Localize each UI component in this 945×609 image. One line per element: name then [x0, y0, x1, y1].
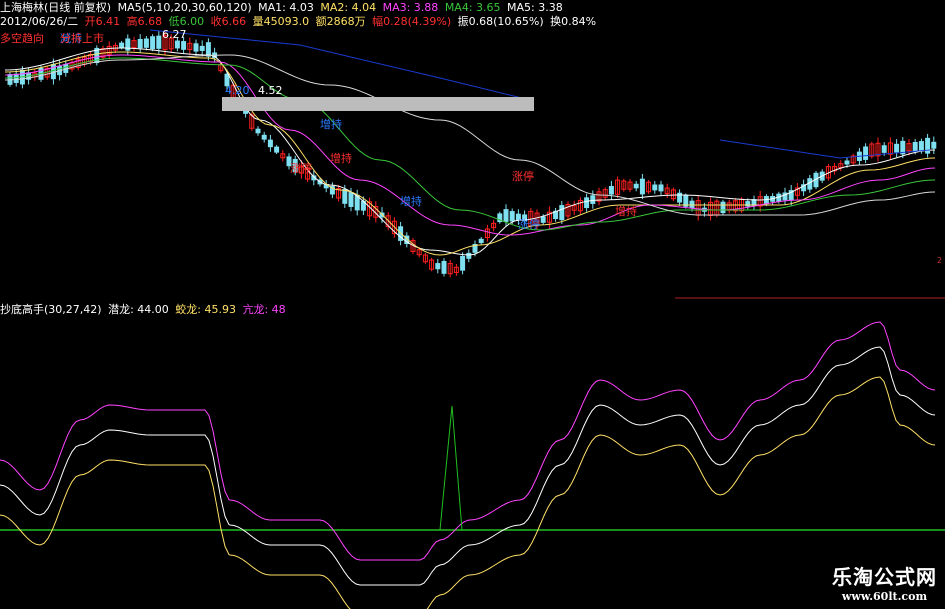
candle-body: [639, 178, 645, 195]
candle-body: [652, 184, 658, 191]
candle-body: [478, 238, 484, 244]
ma6-line: [149, 29, 531, 101]
indicator-line-1: [0, 321, 936, 561]
candle-body: [13, 73, 19, 83]
candle-body: [608, 186, 614, 195]
ma4-line: [4, 57, 936, 231]
watermark-url: www.60lt.com: [841, 590, 928, 603]
event-marker: 增持: [320, 117, 342, 131]
candle-body: [435, 263, 441, 270]
right-axis-mark: 2: [937, 256, 943, 265]
candle-body: [342, 189, 348, 204]
candle-body: [844, 160, 850, 165]
candle-body: [658, 184, 664, 192]
watermark-title: 乐淘公式网: [832, 565, 937, 589]
price-band: [222, 97, 534, 111]
candle-body: [918, 141, 924, 152]
indicator-line-2: [0, 346, 936, 586]
candle-body: [143, 38, 149, 48]
indicator-header: 抄底高手(30,27,42) 潜龙: 44.00 蛟龙: 45.93 亢龙: 4…: [0, 302, 289, 318]
event-marker: 增持: [330, 151, 352, 165]
candle-body: [881, 145, 887, 153]
label-lo-box: 4.20: [225, 84, 250, 97]
ma3-line: [4, 54, 936, 236]
event-marker: 涨停: [518, 217, 540, 231]
ma2-line: [4, 51, 936, 256]
candle-body: [460, 255, 466, 271]
candle-body: [503, 209, 509, 222]
candle-body: [205, 42, 211, 57]
label-hi: 6.27: [162, 28, 187, 41]
candle-body: [441, 260, 447, 274]
candle-body: [590, 195, 596, 204]
candle-body: [193, 43, 199, 52]
candle-body: [348, 192, 354, 207]
candle-body: [255, 128, 261, 134]
candle-body: [912, 141, 918, 152]
candle-body: [137, 39, 143, 49]
candle-body: [199, 45, 205, 51]
candle-body: [466, 252, 472, 259]
indicator-line-3: [0, 376, 936, 609]
candle-body: [509, 211, 515, 222]
stock-chart-window: 上海梅林(日线 前复权) MA5(5,10,20,30,60,120) MA1:…: [0, 0, 945, 609]
candle-body: [119, 42, 125, 48]
label-left-mid: 分拆上市: [60, 31, 104, 45]
indicator-v3: 亢龙: 48: [242, 303, 286, 316]
candle-body: [156, 35, 162, 49]
candle-body: [863, 146, 869, 160]
label-left-top: 多空趋向: [0, 31, 44, 45]
candle-body: [633, 183, 639, 189]
label-lo: 4.52: [258, 84, 283, 97]
candle-body: [50, 63, 56, 80]
candle-body: [559, 205, 565, 221]
event-marker: 增持: [400, 194, 422, 208]
candle-body: [267, 139, 273, 148]
candle-body: [261, 134, 267, 140]
candle-body: [894, 143, 900, 153]
candle-body: [540, 216, 546, 223]
candle-body: [584, 197, 590, 209]
event-marker: 增持: [615, 204, 637, 218]
indicator-v2: 蛟龙: 45.93: [175, 303, 236, 316]
indicator-spike: [439, 405, 463, 531]
event-marker: 涨停: [290, 161, 312, 175]
candle-body: [931, 141, 937, 149]
candle-body: [274, 146, 280, 153]
event-marker: 涨停: [512, 169, 534, 183]
candle-body: [181, 41, 187, 50]
candle-body: [720, 201, 726, 214]
indicator-v1: 潜龙: 44.00: [108, 303, 169, 316]
indicator-name[interactable]: 抄底高手(30,27,42): [0, 303, 102, 316]
watermark: 乐淘公式网 www.60lt.com: [832, 561, 937, 603]
candle-body: [150, 36, 156, 50]
candle-body: [174, 40, 180, 49]
